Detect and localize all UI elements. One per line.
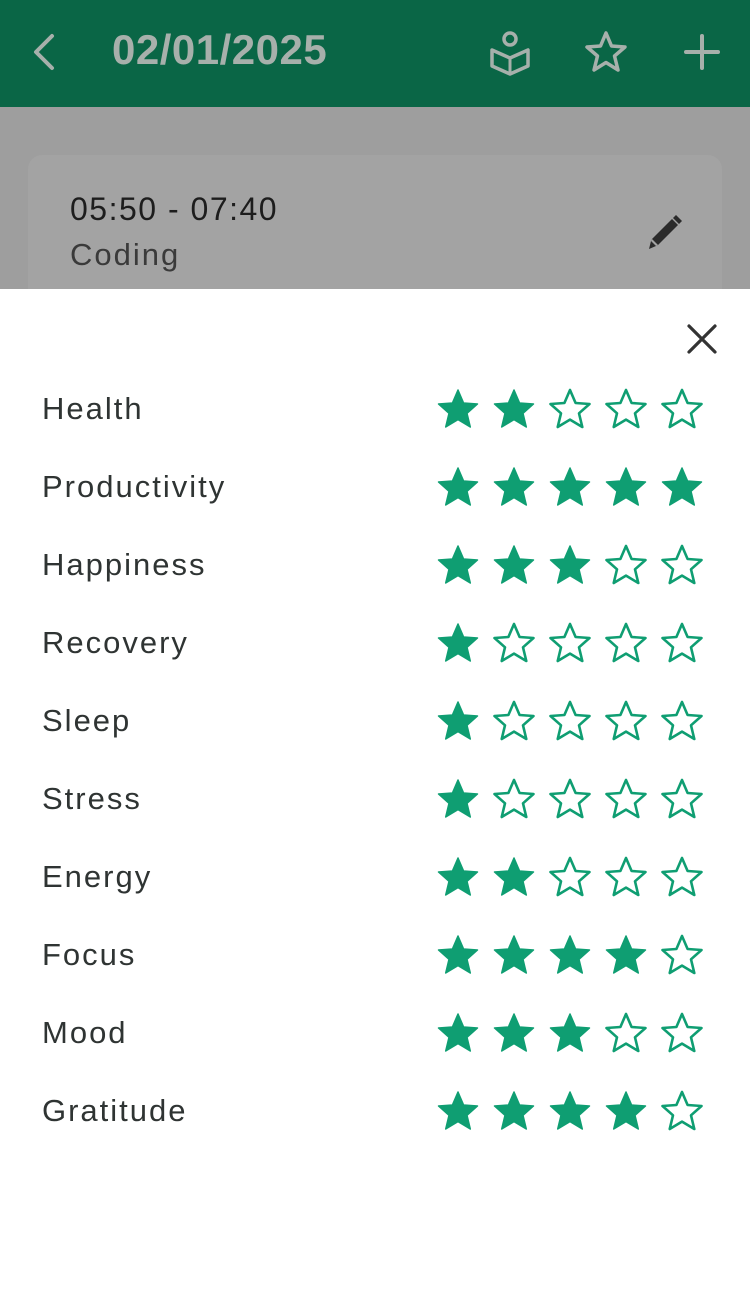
rating-row: Recovery <box>0 613 750 691</box>
star-outline-icon[interactable] <box>548 777 592 821</box>
star-outline-icon[interactable] <box>660 621 704 665</box>
back-arrow-icon[interactable] <box>26 30 66 74</box>
star-filled-icon[interactable] <box>604 933 648 977</box>
star-outline-icon[interactable] <box>660 699 704 743</box>
star-outline-icon[interactable] <box>660 855 704 899</box>
star-outline-icon[interactable] <box>604 1011 648 1055</box>
star-filled-icon[interactable] <box>492 855 536 899</box>
star-filled-icon[interactable] <box>548 933 592 977</box>
star-outline-icon[interactable] <box>660 543 704 587</box>
star-outline-icon[interactable] <box>660 1011 704 1055</box>
star-filled-icon[interactable] <box>492 1011 536 1055</box>
star-outline-icon[interactable] <box>492 777 536 821</box>
star-filled-icon[interactable] <box>436 543 480 587</box>
star-outline-icon[interactable] <box>604 855 648 899</box>
star-filled-icon[interactable] <box>604 1089 648 1133</box>
star-rating <box>436 1011 716 1055</box>
star-outline-icon[interactable] <box>660 933 704 977</box>
ratings-sheet: Health Productivity Happiness Recovery Sleep… <box>0 289 750 1289</box>
star-filled-icon[interactable] <box>436 855 480 899</box>
rating-label: Stress <box>42 781 142 816</box>
star-outline-icon[interactable] <box>660 387 704 431</box>
star-outline-icon[interactable] <box>604 543 648 587</box>
rating-row: Gratitude <box>0 1081 750 1159</box>
star-filled-icon[interactable] <box>492 1089 536 1133</box>
rating-row: Productivity <box>0 457 750 535</box>
star-filled-icon[interactable] <box>436 699 480 743</box>
star-rating <box>436 855 716 899</box>
star-outline-icon[interactable] <box>548 699 592 743</box>
star-outline-icon[interactable] <box>660 777 704 821</box>
star-rating <box>436 543 716 587</box>
star-filled-icon[interactable] <box>436 465 480 509</box>
star-filled-icon[interactable] <box>492 387 536 431</box>
rating-label: Happiness <box>42 547 207 582</box>
star-filled-icon[interactable] <box>436 387 480 431</box>
rating-label: Gratitude <box>42 1093 188 1128</box>
star-filled-icon[interactable] <box>548 1089 592 1133</box>
star-filled-icon[interactable] <box>660 465 704 509</box>
star-rating <box>436 1089 716 1133</box>
star-outline-icon[interactable] <box>604 777 648 821</box>
star-outline-icon[interactable] <box>548 855 592 899</box>
star-filled-icon[interactable] <box>436 933 480 977</box>
star-filled-icon[interactable] <box>548 465 592 509</box>
rating-label: Health <box>42 391 144 426</box>
rating-label: Productivity <box>42 469 227 504</box>
rating-row: Sleep <box>0 691 750 769</box>
rating-row: Energy <box>0 847 750 925</box>
rating-label: Mood <box>42 1015 128 1050</box>
star-filled-icon[interactable] <box>492 465 536 509</box>
page-title: 02/01/2025 <box>112 26 328 73</box>
app-bar: 02/01/2025 <box>0 0 750 107</box>
star-outline-icon[interactable] <box>492 699 536 743</box>
star-outline-icon[interactable] <box>582 28 630 76</box>
star-outline-icon[interactable] <box>604 621 648 665</box>
star-filled-icon[interactable] <box>436 1089 480 1133</box>
star-outline-icon[interactable] <box>604 699 648 743</box>
rating-row: Happiness <box>0 535 750 613</box>
star-filled-icon[interactable] <box>492 543 536 587</box>
star-rating <box>436 621 716 665</box>
reading-book-icon[interactable] <box>486 28 534 76</box>
star-outline-icon[interactable] <box>604 387 648 431</box>
star-filled-icon[interactable] <box>436 621 480 665</box>
star-rating <box>436 465 716 509</box>
star-filled-icon[interactable] <box>548 1011 592 1055</box>
entry-time: 05:50 - 07:40 <box>70 191 279 227</box>
rating-row: Health <box>0 379 750 457</box>
star-filled-icon[interactable] <box>548 543 592 587</box>
star-rating <box>436 699 716 743</box>
rating-label: Recovery <box>42 625 189 660</box>
star-outline-icon[interactable] <box>548 621 592 665</box>
star-rating <box>436 933 716 977</box>
entry-label: Coding <box>70 237 181 272</box>
star-outline-icon[interactable] <box>548 387 592 431</box>
star-rating <box>436 777 716 821</box>
star-filled-icon[interactable] <box>492 933 536 977</box>
close-icon[interactable] <box>680 317 724 361</box>
rating-row: Focus <box>0 925 750 1003</box>
star-outline-icon[interactable] <box>492 621 536 665</box>
rating-row: Mood <box>0 1003 750 1081</box>
star-filled-icon[interactable] <box>436 777 480 821</box>
pencil-edit-icon[interactable] <box>642 211 686 255</box>
star-outline-icon[interactable] <box>660 1089 704 1133</box>
star-rating <box>436 387 716 431</box>
rating-label: Sleep <box>42 703 132 738</box>
rating-label: Energy <box>42 859 153 894</box>
rating-row: Stress <box>0 769 750 847</box>
plus-icon[interactable] <box>678 28 726 76</box>
star-filled-icon[interactable] <box>604 465 648 509</box>
rating-label: Focus <box>42 937 137 972</box>
star-filled-icon[interactable] <box>436 1011 480 1055</box>
